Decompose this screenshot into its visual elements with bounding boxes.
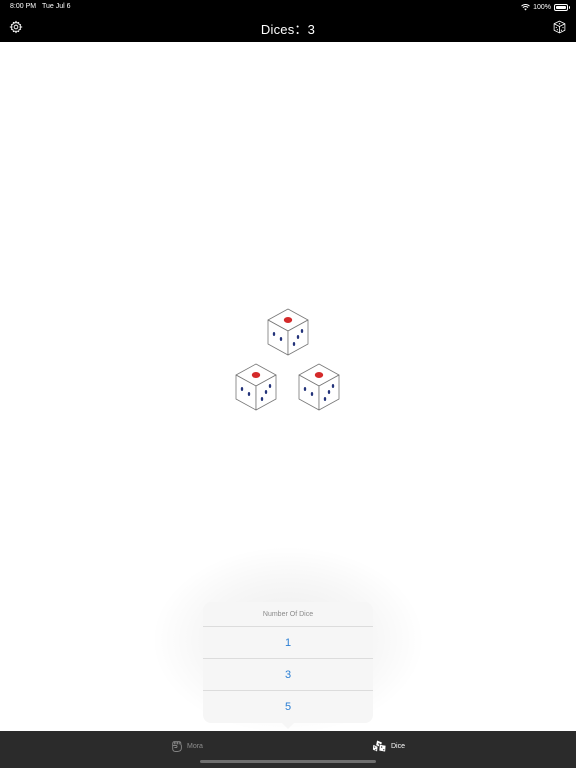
battery-fill bbox=[556, 5, 566, 9]
title-label: Dices： bbox=[260, 22, 308, 37]
screen: 8:00 PM Tue Jul 6 100% Dices：3 Number Of… bbox=[0, 0, 576, 768]
tab-dice-label: Dice bbox=[391, 742, 406, 750]
dice-count-popover: Number Of Dice 1 3 5 bbox=[203, 602, 373, 729]
die-icon bbox=[235, 363, 277, 411]
battery-icon bbox=[554, 3, 570, 11]
cube-icon bbox=[553, 20, 566, 34]
tab-mora[interactable]: Mora bbox=[170, 738, 203, 754]
roll-dice-button[interactable] bbox=[552, 19, 567, 35]
status-time: 8:00 PM bbox=[10, 3, 37, 10]
battery-percent: 100% bbox=[533, 3, 551, 11]
option-5-dice[interactable]: 5 bbox=[203, 691, 373, 723]
fist-icon bbox=[172, 741, 182, 752]
status-date: Tue Jul 6 bbox=[42, 3, 71, 10]
tab-dice[interactable]: Dice bbox=[372, 738, 405, 754]
die-icon bbox=[298, 363, 340, 411]
die[interactable] bbox=[266, 307, 310, 357]
die[interactable] bbox=[297, 362, 341, 412]
top-bar: 8:00 PM Tue Jul 6 100% Dices：3 bbox=[0, 0, 576, 42]
status-indicators: 100% bbox=[521, 2, 570, 12]
tab-mora-label: Mora bbox=[187, 742, 203, 750]
die[interactable] bbox=[234, 362, 278, 412]
page-title: Dices：3 bbox=[0, 19, 576, 38]
die-icon bbox=[267, 308, 309, 356]
popover-title: Number Of Dice bbox=[203, 602, 373, 627]
popover-arrow bbox=[282, 723, 294, 729]
option-3-dice[interactable]: 3 bbox=[203, 659, 373, 691]
option-1-dice[interactable]: 1 bbox=[203, 627, 373, 659]
home-indicator[interactable] bbox=[200, 760, 376, 763]
wifi-icon bbox=[521, 3, 530, 10]
title-count: 3 bbox=[307, 22, 316, 37]
dice-icon bbox=[372, 739, 387, 753]
